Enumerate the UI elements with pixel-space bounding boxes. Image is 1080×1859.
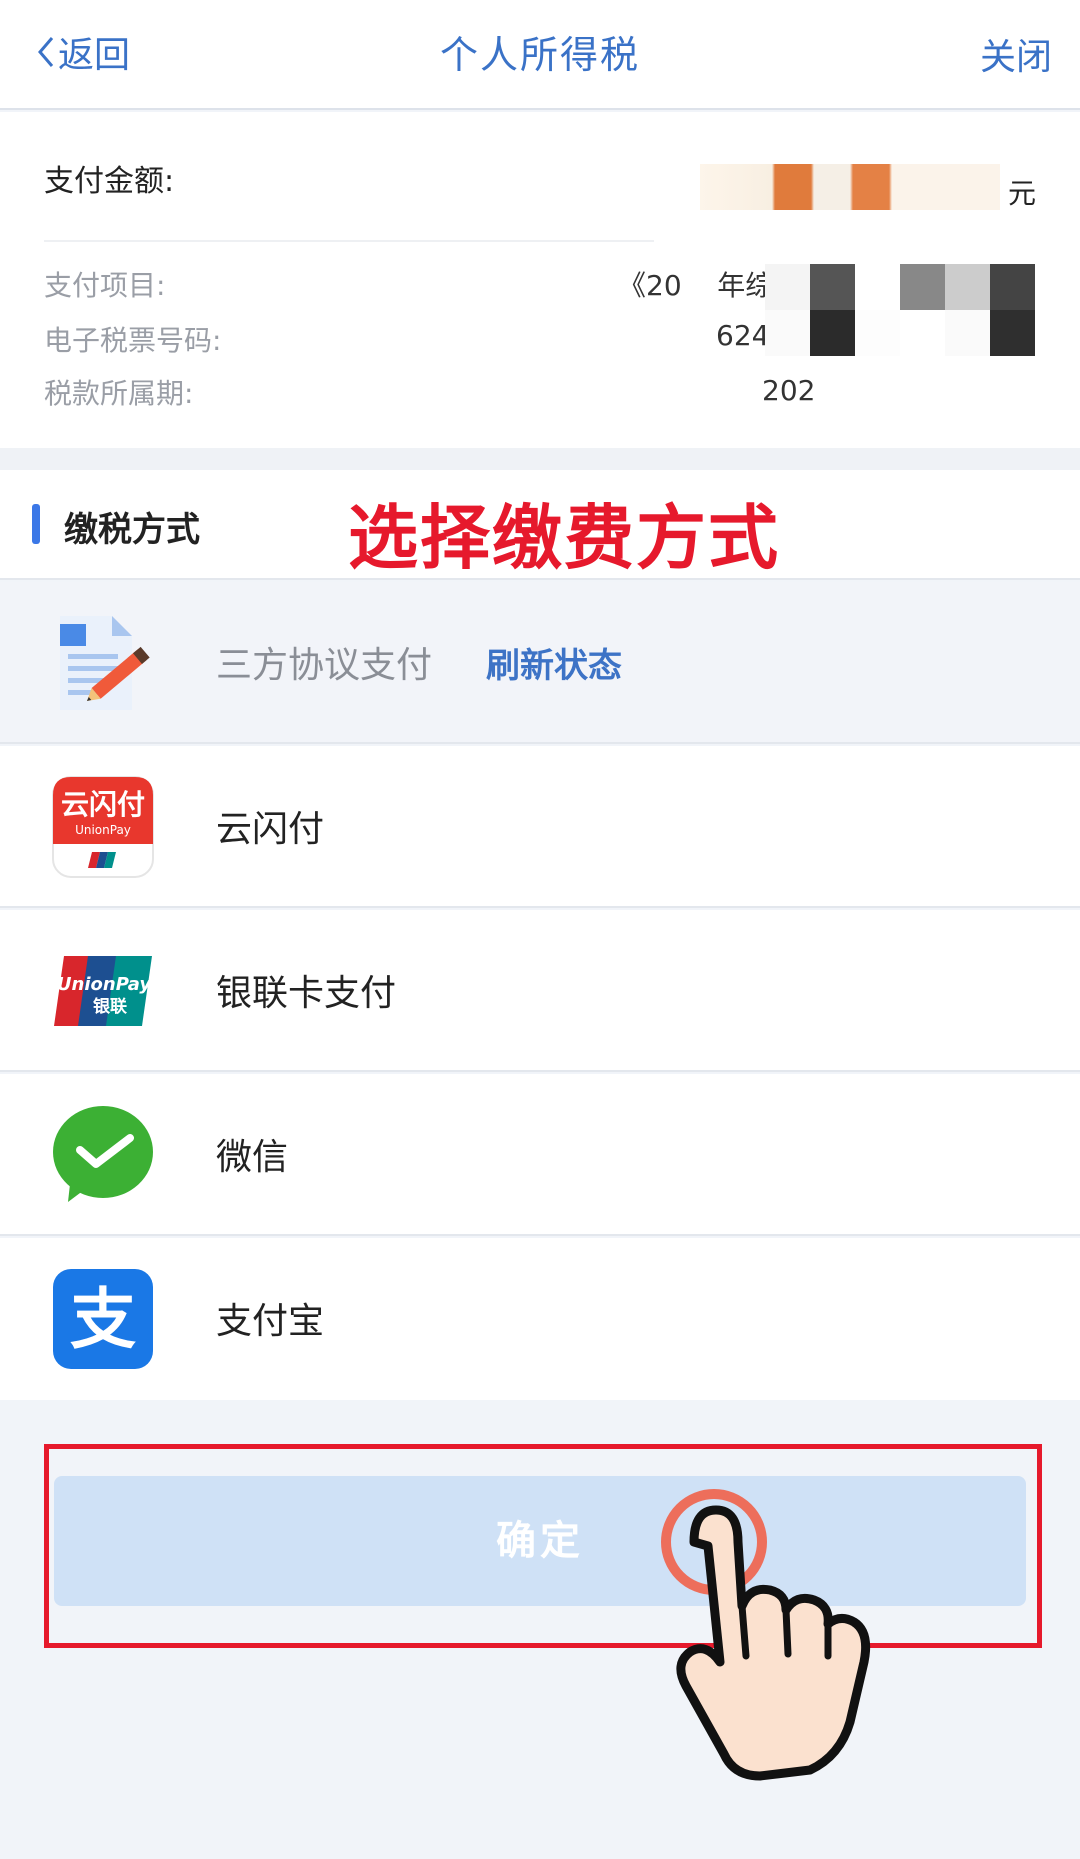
tax-ticket-number-label: 电子税票号码: — [44, 324, 222, 357]
page-title: 个人所得税 — [439, 33, 640, 77]
wechat-pay-icon — [53, 1106, 153, 1202]
svg-text:云闪付: 云闪付 — [61, 788, 145, 821]
method-yunshanfu[interactable]: 云闪付 UnionPay 云闪付 — [0, 746, 1080, 908]
svg-text:UnionPay: UnionPay — [57, 974, 152, 995]
payment-info-panel: 支付金额: 元 支付项目: 电子税票号码: 税款所属期: 《20 年综合所 62… — [0, 112, 1080, 448]
navigation-bar: 返回 个人所得税 关闭 — [0, 0, 1080, 110]
tax-period-label: 税款所属期: — [44, 377, 194, 410]
tax-period-value: 202 — [762, 374, 816, 407]
method-name: 云闪付 — [216, 809, 325, 850]
highlight-box — [44, 1444, 1042, 1648]
method-wechat[interactable]: 微信 — [0, 1074, 1080, 1236]
instruction-overlay-text: 选择缴费方式 — [345, 494, 781, 582]
method-unionpay-card[interactable]: UnionPay 银联 银联卡支付 — [0, 910, 1080, 1072]
alipay-icon: 支 — [53, 1269, 153, 1369]
svg-text:支: 支 — [70, 1281, 136, 1358]
tap-hand-icon — [661, 1489, 871, 1781]
section-title: 缴税方式 — [64, 510, 200, 550]
amount-label: 支付金额: — [44, 164, 175, 199]
section-accent-bar — [32, 504, 40, 544]
method-name: 支付宝 — [216, 1301, 325, 1342]
method-name: 银联卡支付 — [216, 973, 397, 1014]
amount-unit: 元 — [1007, 177, 1036, 210]
section-gap — [0, 448, 1080, 470]
document-pencil-icon — [60, 616, 150, 710]
redaction-mosaic — [765, 264, 1035, 356]
method-name: 三方协议支付 — [216, 645, 433, 686]
amount-value-redacted — [700, 164, 1000, 210]
payment-method-header: 缴税方式 选择缴费方式 — [0, 470, 1080, 582]
refresh-status-link[interactable]: 刷新状态 — [486, 638, 622, 687]
method-name: 微信 — [216, 1137, 289, 1178]
svg-text:UnionPay: UnionPay — [75, 823, 131, 837]
method-third-party-agreement[interactable]: 三方协议支付 刷新状态 — [0, 582, 1080, 744]
close-button[interactable]: 关闭 — [980, 28, 1052, 80]
divider — [44, 240, 654, 242]
unionpay-card-icon: UnionPay 银联 — [54, 956, 152, 1026]
unionpay-quickpass-icon: 云闪付 UnionPay — [52, 776, 154, 878]
pay-item-label: 支付项目: — [44, 269, 166, 302]
svg-text:银联: 银联 — [93, 996, 127, 1017]
method-alipay[interactable]: 支 支付宝 — [0, 1238, 1080, 1400]
